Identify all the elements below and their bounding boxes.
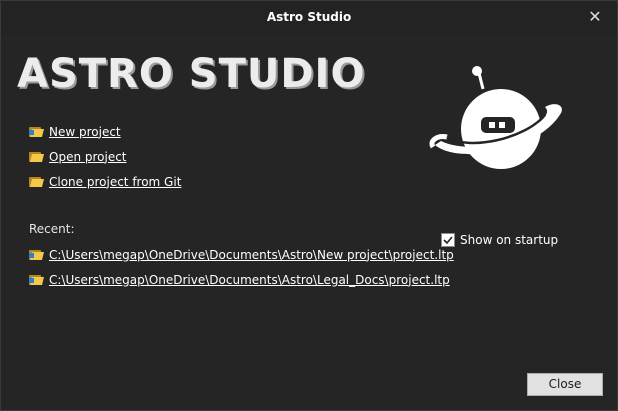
action-open-project[interactable]: Open project: [29, 144, 181, 169]
close-icon[interactable]: ✕: [585, 7, 605, 27]
recent-project-link[interactable]: C:\Users\megap\OneDrive\Documents\Astro\…: [49, 273, 450, 287]
window-title: Astro Studio: [266, 10, 352, 24]
project-file-icon: [29, 274, 44, 285]
recent-label: Recent:: [29, 222, 75, 236]
new-project-link[interactable]: New project: [49, 125, 121, 139]
project-file-icon: [29, 249, 44, 260]
show-on-startup-checkbox[interactable]: [441, 233, 455, 247]
action-clone-git[interactable]: Clone project from Git: [29, 169, 181, 194]
title-bar[interactable]: Astro Studio ✕: [1, 1, 617, 34]
show-on-startup-label: Show on startup: [460, 233, 559, 247]
folder-new-icon: [29, 126, 44, 137]
open-project-link[interactable]: Open project: [49, 150, 127, 164]
start-dialog: Astro Studio ✕ ASTRO STUDIO New project …: [0, 0, 618, 411]
action-new-project[interactable]: New project: [29, 119, 181, 144]
recent-item[interactable]: C:\Users\megap\OneDrive\Documents\Astro\…: [29, 267, 454, 292]
recent-project-link[interactable]: C:\Users\megap\OneDrive\Documents\Astro\…: [49, 248, 454, 262]
recent-item[interactable]: C:\Users\megap\OneDrive\Documents\Astro\…: [29, 242, 454, 267]
clone-project-link[interactable]: Clone project from Git: [49, 175, 181, 189]
folder-git-icon: [29, 176, 44, 187]
astronaut-planet-logo: [429, 66, 562, 169]
show-on-startup-toggle[interactable]: Show on startup: [441, 233, 558, 247]
folder-open-icon: [29, 151, 44, 162]
recent-list: C:\Users\megap\OneDrive\Documents\Astro\…: [29, 242, 454, 292]
close-button[interactable]: Close: [527, 373, 603, 396]
checkmark-icon: [443, 236, 453, 245]
app-logo-text: ASTRO STUDIO: [17, 51, 366, 97]
action-list: New project Open project Clone project f…: [29, 119, 181, 194]
